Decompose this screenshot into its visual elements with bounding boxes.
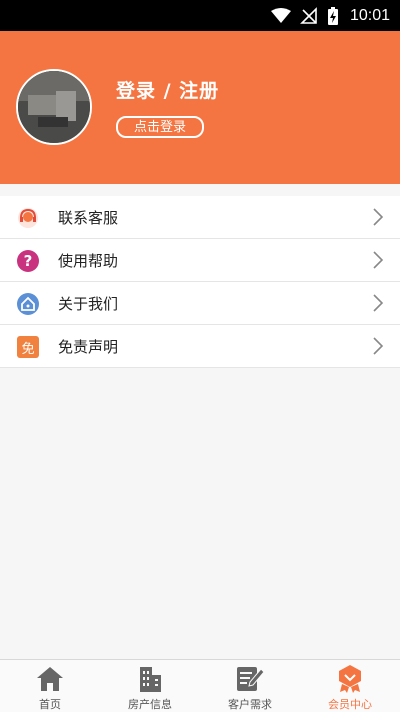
login-register-title[interactable]: 登录 / 注册 (116, 76, 219, 103)
tab-home[interactable]: 首页 (0, 660, 100, 712)
tab-label: 房产信息 (128, 698, 172, 711)
menu-item-disclaimer[interactable]: 免 免责声明 (0, 325, 400, 368)
tab-label: 客户需求 (228, 698, 272, 711)
customer-service-icon (16, 206, 40, 230)
menu-item-label: 免责声明 (58, 337, 119, 356)
svg-text:?: ? (24, 252, 33, 270)
question-icon: ? (16, 249, 40, 273)
menu-item-label: 关于我们 (58, 294, 119, 313)
status-time: 10:01 (349, 6, 390, 24)
home-icon (16, 292, 40, 316)
menu-item-help[interactable]: ? 使用帮助 (0, 239, 400, 282)
menu-list: 联系客服 ? 使用帮助 关于我们 免 免责声明 (0, 196, 400, 368)
profile-header: 登录 / 注册 点击登录 (0, 31, 400, 184)
wifi-icon (270, 7, 291, 23)
chevron-right-icon (373, 251, 384, 269)
avatar[interactable] (16, 69, 92, 145)
tab-label: 首页 (39, 698, 61, 711)
no-signal-icon (300, 6, 317, 24)
battery-charging-icon (327, 6, 338, 25)
menu-item-label: 使用帮助 (58, 251, 119, 270)
menu-item-about-us[interactable]: 关于我们 (0, 282, 400, 325)
building-icon (135, 664, 165, 694)
menu-item-customer-service[interactable]: 联系客服 (0, 196, 400, 239)
disclaimer-icon-text: 免 (17, 336, 39, 358)
home-icon (35, 664, 65, 694)
member-badge-icon (335, 664, 365, 694)
tab-member-center[interactable]: 会员中心 (300, 660, 400, 712)
chevron-right-icon (373, 294, 384, 312)
edit-icon (235, 664, 265, 694)
disclaimer-icon: 免 (16, 335, 40, 359)
chevron-right-icon (373, 337, 384, 355)
chevron-right-icon (373, 208, 384, 226)
tab-property-info[interactable]: 房产信息 (100, 660, 200, 712)
tab-customer-needs[interactable]: 客户需求 (200, 660, 300, 712)
tab-label: 会员中心 (328, 698, 372, 711)
menu-item-label: 联系客服 (58, 208, 119, 227)
bottom-tab-bar: 首页 房产信息 客户需求 会员中心 (0, 659, 400, 712)
status-bar: 10:01 (0, 0, 400, 31)
click-login-button[interactable]: 点击登录 (116, 116, 204, 138)
